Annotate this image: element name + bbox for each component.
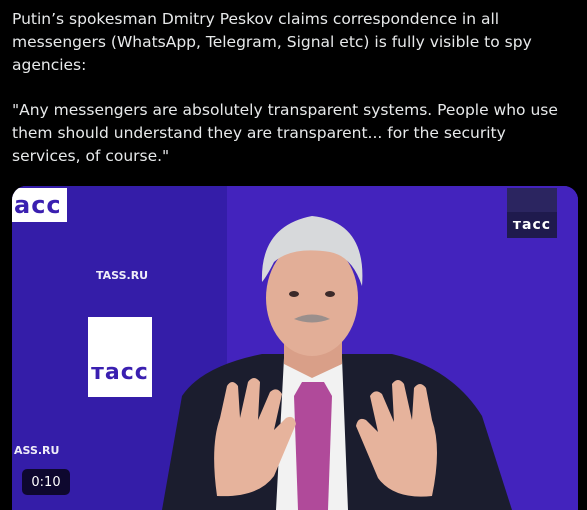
tass-logo-center: тасс <box>88 317 152 397</box>
left-eye <box>289 291 299 297</box>
video-player[interactable]: acc тасс тасс TASS.RU ASS.RU 0:10 <box>12 186 578 510</box>
tweet-paragraph-2: "Any messengers are absolutely transpare… <box>12 101 558 165</box>
tass-logo-band <box>507 188 557 212</box>
tass-logo-top-right: тасс <box>507 188 557 238</box>
tass-url-label: TASS.RU <box>96 269 149 282</box>
tass-url-label-lower: ASS.RU <box>14 444 60 457</box>
right-eye <box>325 291 335 297</box>
tweet-text: Putin’s spokesman Dmitry Peskov claims c… <box>12 8 578 168</box>
tweet-paragraph-1: Putin’s spokesman Dmitry Peskov claims c… <box>12 10 532 74</box>
tie <box>294 382 332 510</box>
tass-logo-top-left: acc <box>12 188 67 222</box>
video-duration-badge: 0:10 <box>22 469 70 495</box>
tass-logo-text: тасс <box>507 212 557 238</box>
